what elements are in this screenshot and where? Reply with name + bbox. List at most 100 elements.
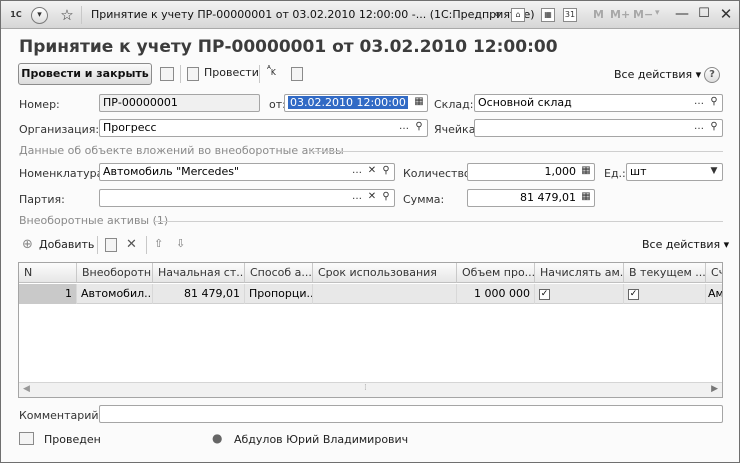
fixed-assets-group-title: Внеоборотные активы (1) (19, 214, 169, 227)
organization-open-icon[interactable]: ⚲ (412, 120, 426, 136)
nomenclature-value: Автомобиль "Mercedes" (103, 165, 240, 178)
title-separator (81, 6, 82, 24)
all-actions-menu[interactable]: Все действия ▾ (614, 68, 701, 81)
column-header[interactable]: В текущем ... (624, 263, 706, 283)
charge-depreciation-cell[interactable]: ✓ (535, 284, 624, 304)
column-header[interactable]: Объем про... (457, 263, 535, 283)
post-and-close-button[interactable]: Провести и закрыть (18, 63, 152, 85)
batch-open-icon[interactable]: ⚲ (379, 190, 393, 206)
column-header[interactable]: Начислять ам... (535, 263, 624, 283)
warehouse-value: Основной склад (478, 96, 572, 109)
column-header[interactable]: Срок использования (313, 263, 457, 283)
help-icon[interactable]: ? (704, 67, 720, 83)
current-month-checkbox[interactable]: ✓ (628, 288, 639, 300)
document-window: 1С ▾ ☆ Принятие к учету ПР-00000001 от 0… (0, 0, 740, 463)
scroll-left-icon[interactable]: ◀ (23, 384, 30, 394)
warehouse-label: Склад: (434, 98, 474, 111)
author-name: Абдулов Юрий Владимирович (234, 433, 409, 446)
cell-open-icon[interactable]: ⚲ (707, 120, 721, 136)
horizontal-scrollbar[interactable]: ◀ ⁞ ▶ (19, 382, 722, 397)
move-up-icon[interactable]: ⇧ (154, 237, 163, 250)
delete-row-icon[interactable]: ✕ (126, 237, 137, 252)
nomenclature-open-icon[interactable]: ⚲ (379, 164, 393, 180)
organization-select-icon[interactable]: … (397, 120, 411, 136)
copy-row-icon[interactable] (105, 238, 117, 252)
nomenclature-select-icon[interactable]: … (350, 164, 364, 180)
column-header[interactable]: Сч (706, 263, 722, 283)
app-logo-icon[interactable]: 1С (7, 6, 25, 24)
toolbar-separator (97, 236, 98, 254)
comment-field[interactable] (99, 405, 723, 423)
batch-clear-icon[interactable]: ✕ (365, 190, 379, 206)
method-cell[interactable]: Пропорци... (245, 284, 313, 304)
more-arrow-icon[interactable]: ▾ (655, 8, 660, 18)
start-cost-cell[interactable]: 81 479,01 (153, 284, 245, 304)
menu-circle-icon[interactable]: ▾ (31, 7, 48, 24)
date-value: 03.02.2010 12:00:00 (288, 96, 408, 109)
batch-select-icon[interactable]: … (350, 190, 364, 206)
post-button[interactable]: Провести (204, 66, 259, 79)
asset-cell[interactable]: Автомобил... (77, 284, 153, 304)
maximize-icon[interactable]: ☐ (695, 6, 713, 22)
row-number-cell[interactable]: 1 (19, 284, 77, 304)
nomenclature-clear-icon[interactable]: ✕ (365, 164, 379, 180)
save-icon[interactable] (160, 67, 174, 81)
comment-label: Комментарий: (19, 409, 103, 422)
spelling-icon[interactable]: ᴬK (267, 65, 276, 77)
charge-depreciation-checkbox[interactable]: ✓ (539, 288, 550, 300)
toolbar-separator (146, 236, 147, 254)
quantity-value: 1,000 (544, 165, 577, 178)
link-icon[interactable]: ⚭ (489, 6, 507, 24)
sum-label: Сумма: (403, 193, 445, 206)
account-cell[interactable]: Ам (706, 284, 722, 304)
move-down-icon[interactable]: ⇩ (176, 237, 185, 250)
calendar-picker-icon[interactable]: ▦ (412, 95, 426, 111)
sum-calculator-icon[interactable]: ▦ (579, 190, 593, 206)
favorite-star-icon[interactable]: ☆ (58, 6, 76, 24)
sum-field[interactable]: 81 479,01 ▦ (467, 189, 595, 207)
memory-button-mminus[interactable]: M− (633, 8, 653, 21)
unit-dropdown-icon[interactable]: ▼ (707, 164, 721, 180)
warehouse-open-icon[interactable]: ⚲ (707, 95, 721, 111)
date-field[interactable]: 03.02.2010 12:00:00 ▦ (284, 94, 428, 112)
organization-field[interactable]: Прогресс … ⚲ (99, 119, 428, 137)
cell-select-icon[interactable]: … (692, 120, 706, 136)
nomenclature-field[interactable]: Автомобиль "Mercedes" … ✕ ⚲ (99, 163, 395, 181)
window-title: Принятие к учету ПР-00000001 от 03.02.20… (91, 8, 535, 21)
term-cell[interactable] (313, 284, 457, 304)
warehouse-field[interactable]: Основной склад … ⚲ (474, 94, 723, 112)
cell-label: Ячейка: (434, 123, 480, 136)
column-header[interactable]: Начальная ст... (153, 263, 245, 283)
volume-cell[interactable]: 1 000 000 (457, 284, 535, 304)
current-month-cell[interactable]: ✓ (624, 284, 706, 304)
close-icon[interactable]: ✕ (717, 6, 735, 22)
memory-button-mplus[interactable]: M+ (610, 8, 630, 21)
add-row-button[interactable]: Добавить (39, 238, 94, 251)
quantity-field[interactable]: 1,000 ▦ (467, 163, 595, 181)
fixed-assets-table[interactable]: N Внеоборотн... Начальная ст... Способ а… (18, 262, 723, 398)
batch-field[interactable]: … ✕ ⚲ (99, 189, 395, 207)
calendar-icon[interactable]: 31 (563, 8, 577, 22)
column-header[interactable]: N (19, 263, 77, 283)
report-icon[interactable] (291, 67, 303, 81)
save-copy-icon[interactable]: ⌂ (511, 8, 525, 22)
toolbar-separator (259, 65, 260, 83)
column-header[interactable]: Внеоборотн... (77, 263, 153, 283)
number-value: ПР-00000001 (103, 96, 178, 109)
calculator-icon[interactable]: ▦ (541, 8, 555, 22)
scroll-grip-icon[interactable]: ⁞ (364, 383, 367, 393)
nomenclature-label: Номенклатура: (19, 167, 108, 180)
number-field[interactable]: ПР-00000001 (99, 94, 260, 112)
quantity-calculator-icon[interactable]: ▦ (579, 164, 593, 180)
column-header[interactable]: Способ а... (245, 263, 313, 283)
memory-button-m[interactable]: M (593, 8, 604, 21)
table-all-actions-menu[interactable]: Все действия ▾ (642, 238, 729, 251)
scroll-right-icon[interactable]: ▶ (711, 384, 718, 394)
warehouse-select-icon[interactable]: … (692, 95, 706, 111)
unit-field[interactable]: шт ▼ (626, 163, 723, 181)
batch-label: Партия: (19, 193, 65, 206)
group-divider (153, 221, 723, 222)
minimize-icon[interactable]: — (673, 6, 691, 22)
cell-field[interactable]: … ⚲ (474, 119, 723, 137)
sum-value: 81 479,01 (520, 191, 576, 204)
